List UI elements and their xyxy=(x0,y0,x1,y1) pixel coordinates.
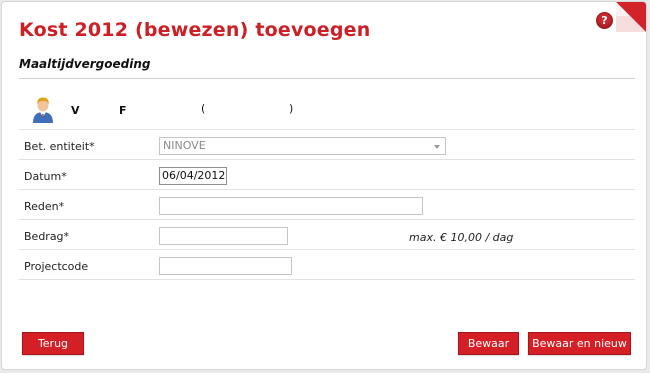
dropdown-arrow-icon xyxy=(434,145,440,149)
help-glyph: ? xyxy=(601,14,608,27)
amount-label: Bedrag* xyxy=(24,230,70,243)
page-corner-icon xyxy=(616,2,646,32)
row-divider xyxy=(19,189,635,190)
reason-input[interactable] xyxy=(159,197,423,215)
entity-select-value: NINOVE xyxy=(163,139,206,152)
back-button[interactable]: Terug xyxy=(22,332,84,355)
row-divider xyxy=(19,129,635,130)
row-divider xyxy=(19,219,635,220)
amount-input[interactable] xyxy=(159,227,288,245)
amount-hint: max. € 10,00 / dag xyxy=(409,231,514,244)
project-code-input[interactable] xyxy=(159,257,292,275)
reason-label: Reden* xyxy=(24,200,65,213)
project-code-label: Projectcode xyxy=(24,260,89,273)
date-input[interactable]: 06/04/2012 xyxy=(159,167,227,185)
person-last-name: F xyxy=(119,104,127,117)
row-divider xyxy=(19,279,635,280)
section-title: Maaltijdvergoeding xyxy=(19,57,151,71)
date-label: Datum* xyxy=(24,170,67,183)
person-first-name: V xyxy=(71,104,80,117)
page-title: Kost 2012 (bewezen) toevoegen xyxy=(19,19,371,41)
row-divider xyxy=(19,159,635,160)
person-icon xyxy=(33,97,53,123)
divider xyxy=(19,78,635,79)
dialog: Kost 2012 (bewezen) toevoegen ? Maaltijd… xyxy=(1,1,647,370)
help-icon[interactable]: ? xyxy=(597,13,612,28)
entity-select[interactable]: NINOVE xyxy=(159,137,446,155)
person-paren-open: ( xyxy=(201,102,206,115)
person-paren-close: ) xyxy=(289,102,294,115)
row-divider xyxy=(19,249,635,250)
entity-label: Bet. entiteit* xyxy=(24,140,95,153)
save-button[interactable]: Bewaar xyxy=(458,332,519,355)
save-and-new-button[interactable]: Bewaar en nieuw xyxy=(528,332,631,355)
